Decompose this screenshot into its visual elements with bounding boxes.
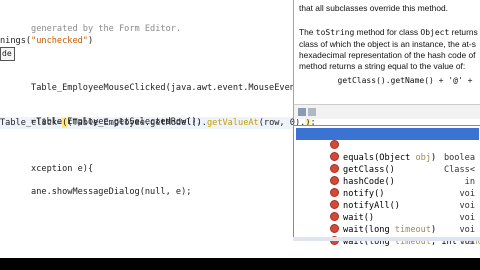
- code-line[interactable]: Table_EmployeeMouseClicked(java.awt.even…: [0, 70, 316, 93]
- doc-code-line: getClass().getName() + '@' +: [299, 76, 478, 85]
- completion-item[interactable]: equals(Object obj) boolea: [296, 140, 479, 163]
- completion-item[interactable]: hashCode() in: [296, 164, 479, 187]
- doc-line: class of which the object is an instance…: [299, 39, 476, 49]
- doc-line: The toString method for class Object ret…: [299, 27, 478, 37]
- code-line[interactable]: =Table_Employee.getSelectedRow();: [0, 104, 202, 127]
- completion-item[interactable]: notify() voi: [296, 176, 479, 199]
- code-comment: generated by the Form Editor.: [31, 24, 182, 34]
- completion-item[interactable]: toString() Strin: [296, 128, 479, 151]
- code-text: ): [87, 36, 94, 46]
- ide-screen: generated by the Form Editor. nings("unc…: [0, 0, 480, 270]
- completion-item[interactable]: wait(long timeout) voi: [296, 212, 479, 235]
- doc-line: that all subclasses override this method…: [299, 3, 448, 13]
- code-editor[interactable]: generated by the Form Editor. nings("unc…: [0, 0, 316, 258]
- code-text: Table_click=: [0, 118, 63, 128]
- code-text: nings(: [0, 36, 32, 46]
- forward-icon[interactable]: [308, 108, 316, 116]
- code-completion-list[interactable]: toString() Strin equals(Object obj) boolea…: [293, 125, 480, 247]
- doc-line: hexadecimal representation of the hash c…: [299, 50, 476, 60]
- completion-item[interactable]: wait() voi: [296, 200, 479, 223]
- code-line[interactable]: ane.showMessageDialog(null, e);: [0, 174, 191, 197]
- letterbox-bar: [0, 258, 480, 270]
- completion-item[interactable]: notifyAll() voi: [296, 188, 479, 211]
- code-method: getValueAt: [206, 118, 259, 128]
- javadoc-popup[interactable]: that all subclasses override this method…: [293, 0, 480, 104]
- code-line-active[interactable]: Table_click=((Table_Employee.getModel().…: [0, 117, 316, 129]
- code-text: (Table_Employee.getModel().: [67, 118, 207, 128]
- doc-toolbar: [293, 104, 480, 119]
- code-line[interactable]: nings("unchecked"): [0, 35, 93, 47]
- doc-line: method returns a string equal to the val…: [299, 61, 466, 71]
- code-fold-button[interactable]: de: [0, 47, 15, 61]
- code-string: "unchecked": [31, 36, 88, 46]
- code-text: xception e){: [31, 164, 94, 174]
- code-line[interactable]: xception e){: [0, 151, 93, 174]
- code-fold-label: de: [2, 49, 12, 58]
- code-text: Table_EmployeeMouseClicked(java.awt.even…: [31, 83, 316, 93]
- code-text: ane.showMessageDialog(null, e);: [31, 187, 192, 197]
- code-line[interactable]: generated by the Form Editor.: [0, 11, 181, 34]
- completion-item[interactable]: wait(long timeout, int nanos)voi: [296, 224, 480, 247]
- completion-scrollbar[interactable]: [293, 237, 480, 241]
- completion-item[interactable]: getClass() Class<: [296, 152, 479, 175]
- back-icon[interactable]: [298, 108, 306, 116]
